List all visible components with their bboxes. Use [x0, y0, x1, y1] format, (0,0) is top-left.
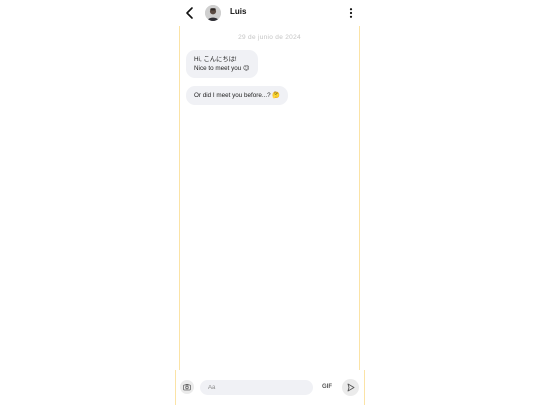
gif-button[interactable]: GIF — [322, 384, 332, 390]
more-vertical-icon — [349, 8, 353, 18]
send-button[interactable] — [342, 379, 359, 396]
back-button[interactable] — [183, 5, 197, 21]
message-bubble[interactable]: Or did I meet you before...? 🤔 — [186, 86, 289, 105]
more-options-button[interactable] — [346, 5, 356, 21]
camera-button[interactable] — [180, 380, 194, 394]
message-composer: GIF — [175, 370, 365, 405]
avatar[interactable] — [205, 5, 221, 21]
camera-icon — [183, 384, 191, 391]
send-icon — [347, 383, 355, 392]
message-input[interactable] — [200, 380, 313, 395]
chat-screen: Luis 29 de junio de 2024 Hi, こんにちは! Nice… — [175, 0, 365, 405]
message-line: Nice to meet you 😉 — [194, 65, 250, 72]
chat-header: Luis — [175, 0, 365, 26]
date-separator: 29 de junio de 2024 — [238, 34, 301, 41]
message-bubble[interactable]: Hi, こんにちは! Nice to meet you 😉 — [186, 50, 258, 78]
contact-name[interactable]: Luis — [230, 7, 246, 16]
message-list[interactable]: 29 de junio de 2024 Hi, こんにちは! Nice to m… — [179, 26, 360, 370]
message-line: Hi, こんにちは! — [194, 56, 237, 63]
message-line: Or did I meet you before...? 🤔 — [194, 92, 281, 99]
chevron-left-icon — [186, 7, 193, 19]
user-photo-icon — [205, 5, 221, 21]
